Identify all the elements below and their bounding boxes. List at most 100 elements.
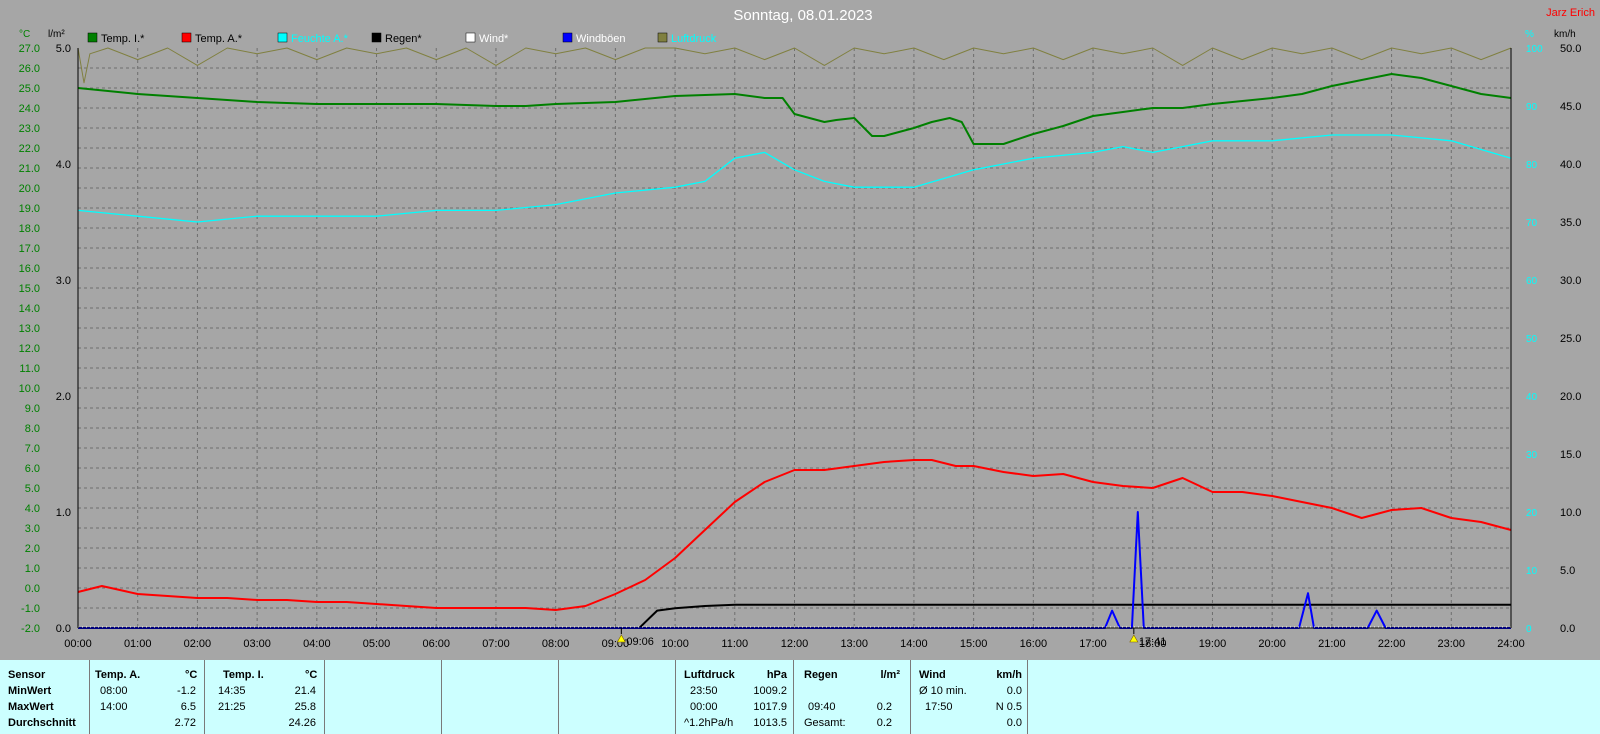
humidity-tick-label: 60 bbox=[1526, 276, 1538, 287]
rain-header: Regen bbox=[804, 669, 838, 681]
humidity-tick-label: 70 bbox=[1526, 218, 1538, 229]
legend-label: Regen* bbox=[385, 33, 422, 45]
temp-tick-label: 19.0 bbox=[19, 203, 40, 215]
legend-swatch bbox=[465, 32, 476, 43]
humidity-tick-label: 50 bbox=[1526, 334, 1538, 345]
legend-label: Wind* bbox=[479, 33, 509, 45]
x-tick-label: 02:00 bbox=[184, 638, 212, 650]
pressure-max-time: 00:00 bbox=[690, 701, 718, 713]
legend-label: Feuchte A.* bbox=[291, 33, 349, 45]
temp-tick-label: 1.0 bbox=[25, 563, 40, 575]
wind-tick-label: 10.0 bbox=[1560, 507, 1581, 519]
x-tick-label: 16:00 bbox=[1020, 638, 1048, 650]
x-tick-label: 01:00 bbox=[124, 638, 152, 650]
rain-max-time: 09:40 bbox=[808, 701, 836, 713]
temp-tick-label: 16.0 bbox=[19, 263, 40, 275]
row-label-max: MaxWert bbox=[8, 701, 54, 713]
marker-label: 17:41 bbox=[1139, 636, 1167, 648]
wind-max-time: 17:50 bbox=[925, 701, 953, 713]
legend-label: Windböen bbox=[576, 33, 626, 45]
pressure-unit: hPa bbox=[766, 669, 787, 681]
x-tick-label: 17:00 bbox=[1079, 638, 1107, 650]
wind-header: Wind bbox=[919, 669, 946, 681]
legend-swatch bbox=[277, 32, 288, 43]
rain-tick-label: 5.0 bbox=[56, 43, 71, 55]
wind-tick-label: 0.0 bbox=[1560, 623, 1575, 635]
temp-tick-label: 0.0 bbox=[25, 583, 40, 595]
pressure-min-time: 23:50 bbox=[690, 685, 718, 697]
temp-tick-label: 9.0 bbox=[25, 403, 40, 415]
temp-tick-label: 8.0 bbox=[25, 423, 40, 435]
chart-title: Sonntag, 08.01.2023 bbox=[733, 7, 872, 24]
wind-avg-value: 0.0 bbox=[1006, 685, 1022, 697]
temp-a-header: Temp. A. bbox=[95, 669, 141, 681]
x-tick-label: 23:00 bbox=[1438, 638, 1466, 650]
sunset-icon bbox=[1129, 634, 1139, 643]
x-tick-label: 11:00 bbox=[721, 638, 748, 650]
col-temp-i: Temp. I. °C 14:35 21.4 21:25 25.8 24.26 bbox=[205, 660, 325, 734]
rain-tick-label: 3.0 bbox=[56, 275, 71, 287]
legend-swatch bbox=[562, 32, 573, 43]
legend-swatch bbox=[87, 32, 98, 43]
row-label-avg: Durchschnitt bbox=[8, 717, 76, 729]
temp-tick-label: 20.0 bbox=[19, 183, 40, 195]
x-tick-label: 19:00 bbox=[1199, 638, 1227, 650]
legend-swatch bbox=[657, 32, 668, 43]
wind-unit: km/h bbox=[996, 669, 1022, 681]
x-tick-label: 21:00 bbox=[1318, 638, 1346, 650]
temp-i-max-value: 25.8 bbox=[294, 701, 316, 713]
col-sensor: Sensor MinWert MaxWert Durchschnitt bbox=[0, 660, 90, 734]
rain-total-value: 0.2 bbox=[876, 717, 892, 729]
wind-unit-label: km/h bbox=[1554, 29, 1576, 40]
chart-grid bbox=[78, 48, 1511, 628]
x-tick-label: 03:00 bbox=[243, 638, 271, 650]
temp-i-unit: °C bbox=[305, 669, 318, 681]
rain-unit-label: l/m² bbox=[48, 29, 65, 40]
rain-tick-label: 2.0 bbox=[56, 391, 71, 403]
temp-tick-label: 26.0 bbox=[19, 63, 40, 75]
col-pressure: Luftdruck hPa 23:50 1009.2 00:00 1017.9 … bbox=[676, 660, 794, 734]
sensor-header: Sensor bbox=[8, 669, 46, 681]
temp-i-min-time: 14:35 bbox=[218, 685, 246, 697]
x-tick-label: 04:00 bbox=[303, 638, 331, 650]
wind-tick-label: 30.0 bbox=[1560, 275, 1581, 287]
wind-avg-label: Ø 10 min. bbox=[919, 685, 967, 697]
x-tick-label: 06:00 bbox=[422, 638, 450, 650]
temp-tick-label: 4.0 bbox=[25, 503, 40, 515]
x-tick-label: 14:00 bbox=[900, 638, 928, 650]
x-tick-label: 07:00 bbox=[482, 638, 510, 650]
temp-tick-label: 13.0 bbox=[19, 323, 40, 335]
temp-tick-label: 11.0 bbox=[19, 363, 40, 375]
temp-a-min-time: 08:00 bbox=[100, 685, 128, 697]
legend-swatch bbox=[371, 32, 382, 43]
rain-tick-label: 4.0 bbox=[56, 159, 71, 171]
legend-label: Temp. A.* bbox=[195, 33, 243, 45]
temp-tick-label: 2.0 bbox=[25, 543, 40, 555]
x-tick-label: 20:00 bbox=[1258, 638, 1286, 650]
wind-tick-label: 40.0 bbox=[1560, 159, 1581, 171]
rain-unit: l/m² bbox=[880, 669, 900, 681]
rain-max-value: 0.2 bbox=[876, 701, 892, 713]
wind-tick-label: 45.0 bbox=[1560, 101, 1581, 113]
rain-tick-label: 0.0 bbox=[56, 623, 71, 635]
x-tick-label: 05:00 bbox=[363, 638, 391, 650]
temp-tick-label: 15.0 bbox=[19, 283, 40, 295]
col-wind: Wind km/h Ø 10 min. 0.0 17:50 N 0.5 0.0 bbox=[911, 660, 1028, 734]
humidity-tick-label: 90 bbox=[1526, 102, 1538, 113]
temp-tick-label: -2.0 bbox=[21, 623, 40, 635]
col-empty-1 bbox=[325, 660, 442, 734]
x-tick-label: 10:00 bbox=[661, 638, 689, 650]
temp-tick-label: 25.0 bbox=[19, 83, 40, 95]
x-tick-label: 22:00 bbox=[1378, 638, 1406, 650]
humidity-tick-label: 0 bbox=[1526, 624, 1532, 635]
temp-tick-label: 17.0 bbox=[19, 243, 40, 255]
temp-tick-label: 6.0 bbox=[25, 463, 40, 475]
legend-label: Luftdruck bbox=[671, 33, 717, 45]
pressure-max-value: 1017.9 bbox=[753, 701, 787, 713]
legend-label: Temp. I.* bbox=[101, 33, 145, 45]
temp-tick-label: 21.0 bbox=[19, 163, 40, 175]
temp-i-header: Temp. I. bbox=[223, 669, 264, 681]
statistics-table: Sensor MinWert MaxWert Durchschnitt Temp… bbox=[0, 660, 1600, 734]
col-empty-2 bbox=[442, 660, 559, 734]
temp-i-max-time: 21:25 bbox=[218, 701, 246, 713]
